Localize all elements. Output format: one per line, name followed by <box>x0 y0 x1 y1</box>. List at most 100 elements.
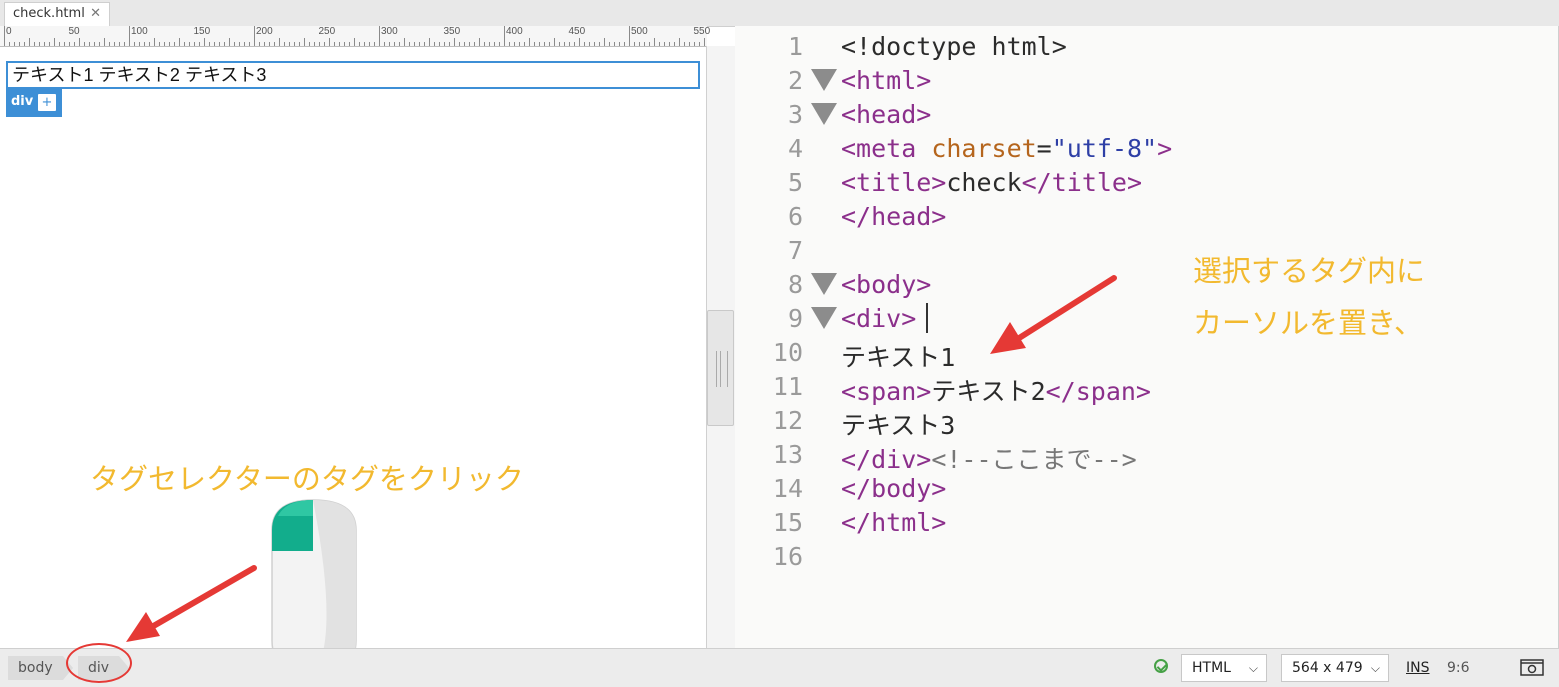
ruler-tick <box>429 38 430 46</box>
ruler-tick <box>99 42 100 46</box>
ruler-tick <box>454 38 455 46</box>
ruler-tick <box>79 38 80 46</box>
ruler-tick <box>589 42 590 46</box>
ruler-label: 500 <box>631 26 648 37</box>
fold-arrow-icon[interactable] <box>811 69 837 91</box>
ruler-tick <box>479 38 480 46</box>
line-number: 10 <box>772 338 803 367</box>
line-number: 5 <box>787 168 803 197</box>
ruler-tick <box>294 42 295 46</box>
line-number: 14 <box>772 474 803 503</box>
add-class-button[interactable]: + <box>38 94 56 111</box>
view-splitter-bar[interactable] <box>706 46 735 648</box>
ruler-tick <box>349 42 350 46</box>
document-type-select[interactable]: HTML ⌵ <box>1181 654 1267 682</box>
ruler-tick <box>704 38 705 46</box>
design-view[interactable]: 0 50 100 150 200 250 300 350 400 450 500 550 テキスト1 … <box>0 26 735 648</box>
ruler-tick <box>364 42 365 46</box>
ruler-tick <box>139 42 140 46</box>
ruler-tick <box>649 42 650 46</box>
tab-close-icon[interactable]: ✕ <box>90 3 101 25</box>
ruler-tick <box>509 42 510 46</box>
window-size-select[interactable]: 564 x 479 ⌵ <box>1281 654 1389 682</box>
ruler-tick <box>539 42 540 46</box>
ruler-tick <box>684 42 685 46</box>
ruler-tick <box>399 42 400 46</box>
ruler-tick <box>299 42 300 46</box>
fold-arrow-icon[interactable] <box>811 307 837 329</box>
code-line: <html> <box>841 66 932 95</box>
ruler-tick <box>269 42 270 46</box>
ruler-tick <box>69 42 70 46</box>
ruler-tick <box>244 42 245 46</box>
ruler-tick <box>14 42 15 46</box>
fold-arrow-icon[interactable] <box>811 273 837 295</box>
ruler-tick <box>444 42 445 46</box>
ruler-tick <box>534 42 535 46</box>
element-selector-badge[interactable]: div + <box>6 89 62 117</box>
ruler-tick <box>34 42 35 46</box>
ruler-tick <box>514 42 515 46</box>
ruler-tick <box>19 42 20 46</box>
ruler-tick <box>384 42 385 46</box>
ruler-tick <box>639 42 640 46</box>
ruler-tick <box>64 42 65 46</box>
ruler-tick <box>424 42 425 46</box>
ruler-tick <box>579 38 580 46</box>
ruler-tick <box>469 42 470 46</box>
ruler-tick <box>54 38 55 46</box>
ruler-label: 550 <box>693 26 711 37</box>
ruler-tick <box>459 42 460 46</box>
ruler-label: 100 <box>131 26 148 37</box>
ruler-tick <box>24 42 25 46</box>
ruler-tick <box>559 42 560 46</box>
line-number: 3 <box>787 100 803 129</box>
ruler-tick <box>179 38 180 46</box>
ruler-tick <box>564 42 565 46</box>
splitter-handle[interactable] <box>707 310 734 426</box>
annotation-place-cursor-1: 選択するタグ内に <box>1193 254 1426 288</box>
ruler-tick <box>29 38 30 46</box>
ruler-tick <box>414 42 415 46</box>
line-number: 7 <box>787 236 803 265</box>
code-line: テキスト1 <box>841 343 956 372</box>
ruler-tick <box>604 38 605 46</box>
insert-mode-toggle[interactable]: INS <box>1406 660 1430 676</box>
ruler-tick <box>609 42 610 46</box>
ruler-tick <box>219 42 220 46</box>
code-line: <meta charset="utf-8"> <box>841 134 1173 163</box>
ruler-tick <box>634 42 635 46</box>
document-type-value: HTML <box>1192 660 1231 676</box>
ruler-tick <box>419 42 420 46</box>
tab-check-html[interactable]: check.html ✕ <box>4 2 110 26</box>
ruler-tick <box>464 42 465 46</box>
horizontal-ruler: 0 50 100 150 200 250 300 350 400 450 500 550 <box>0 26 710 47</box>
ruler-tick <box>574 42 575 46</box>
ruler-tick <box>284 42 285 46</box>
ruler-tick <box>279 38 280 46</box>
ruler-tick <box>134 42 135 46</box>
ruler-tick <box>354 38 355 46</box>
ruler-tick <box>44 42 45 46</box>
ruler-tick <box>624 42 625 46</box>
ruler-tick <box>309 42 310 46</box>
preview-device-icon[interactable] <box>1520 658 1544 678</box>
ruler-tick <box>169 42 170 46</box>
ruler-tick <box>109 42 110 46</box>
ruler-tick <box>409 42 410 46</box>
selected-div-element[interactable]: テキスト1 テキスト2 テキスト3 <box>6 61 700 89</box>
code-view[interactable]: 1 2 3 4 5 6 7 8 9 10 11 12 13 14 15 16 <!doctype html> … <box>735 26 1559 648</box>
code-line: <title>check</title> <box>841 168 1143 197</box>
code-line: </body> <box>841 474 947 503</box>
chevron-down-icon: ⌵ <box>1370 661 1380 675</box>
ruler-tick <box>379 26 380 46</box>
line-number: 15 <box>772 508 803 537</box>
ruler-tick <box>374 42 375 46</box>
ruler-tick <box>4 26 5 46</box>
annotation-click-tag-selector: タグセレクターのタグをクリック <box>90 462 524 496</box>
tag-selector-body[interactable]: body <box>8 656 73 680</box>
fold-arrow-icon[interactable] <box>811 103 837 125</box>
ruler-label: 400 <box>506 26 523 37</box>
ruler-tick <box>164 42 165 46</box>
code-line: </html> <box>841 508 947 537</box>
